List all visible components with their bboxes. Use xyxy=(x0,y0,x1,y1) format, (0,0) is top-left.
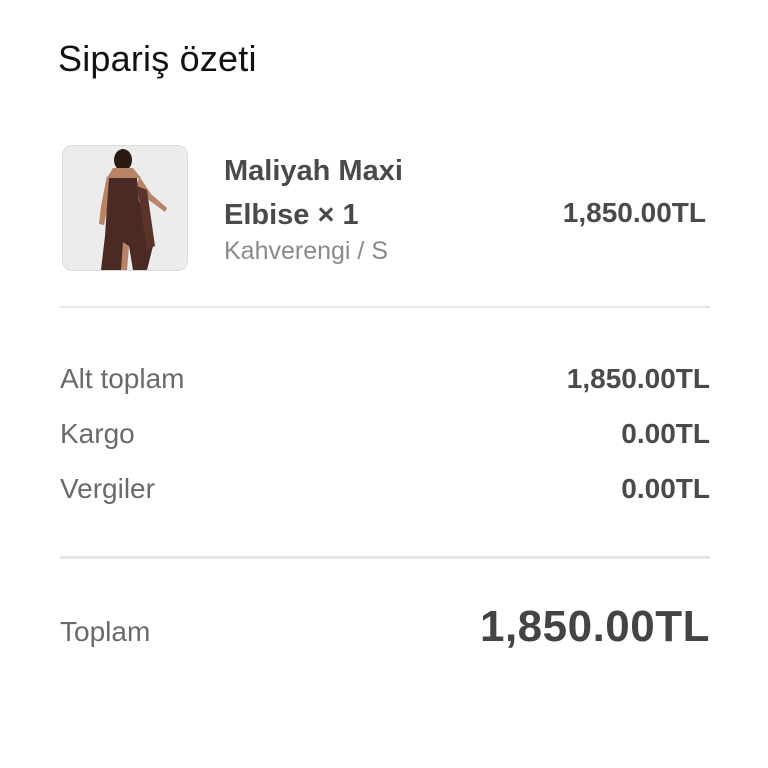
taxes-label: Vergiler xyxy=(60,473,155,504)
item-name: Maliyah Maxi Elbise × 1 xyxy=(224,155,403,231)
shipping-row: Kargo 0.00TL xyxy=(60,418,710,458)
item-price: 1,850.00TL xyxy=(562,197,706,228)
divider xyxy=(60,306,710,308)
taxes-row: Vergiler 0.00TL xyxy=(60,473,710,513)
subtotal-row: Alt toplam 1,850.00TL xyxy=(60,363,710,403)
divider xyxy=(60,556,710,559)
shipping-label: Kargo xyxy=(60,418,135,449)
shipping-value: 0.00TL xyxy=(621,418,710,449)
subtotal-label: Alt toplam xyxy=(60,363,185,394)
subtotal-value: 1,850.00TL xyxy=(566,363,710,394)
total-value: 1,850.00TL xyxy=(479,602,710,651)
taxes-value: 0.00TL xyxy=(621,473,710,504)
order-item: Maliyah Maxi Elbise × 1 Kahverengi / S 1… xyxy=(62,145,710,271)
page-title: Sipariş özeti xyxy=(58,38,257,79)
total-label: Toplam xyxy=(60,616,151,647)
item-variant: Kahverengi / S xyxy=(224,237,388,265)
dress-image-icon xyxy=(63,146,187,270)
total-row: Toplam 1,850.00TL xyxy=(60,600,710,660)
product-thumbnail xyxy=(62,145,188,271)
